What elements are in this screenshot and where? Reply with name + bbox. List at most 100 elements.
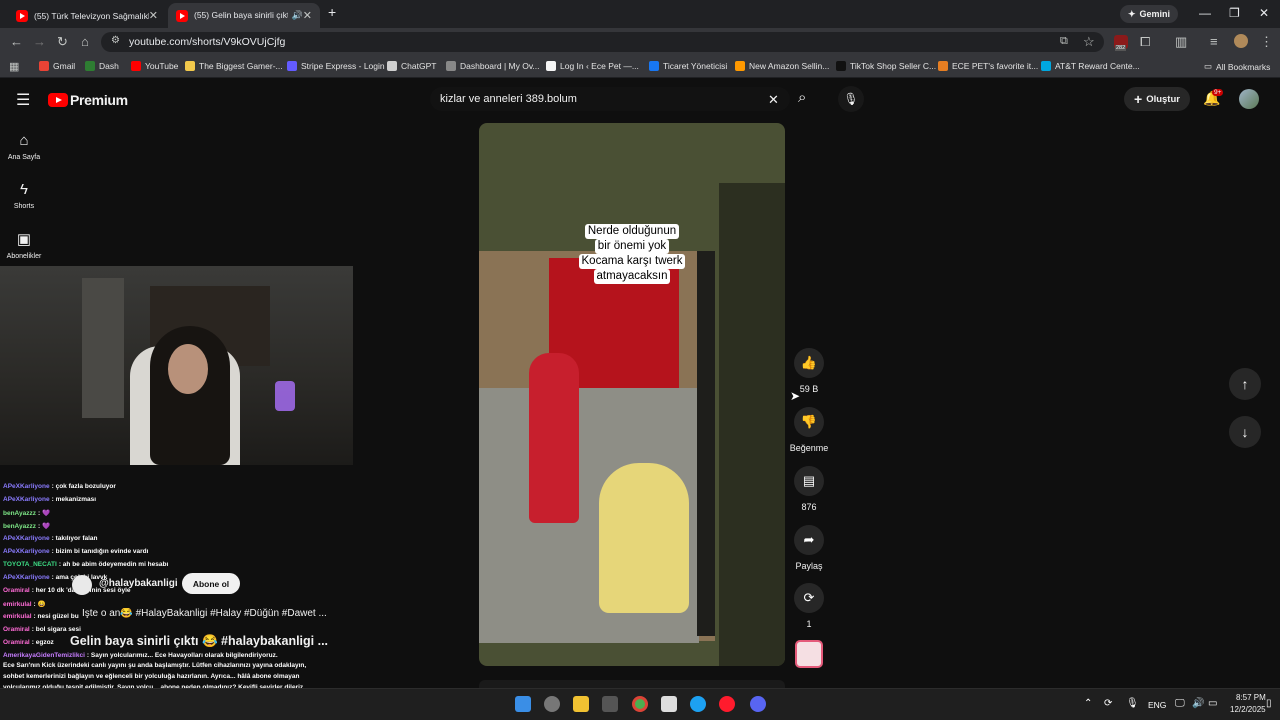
- mic-tray-icon[interactable]: 🎙: [1126, 698, 1139, 709]
- tray-chevron-icon[interactable]: ⌃: [1084, 698, 1092, 709]
- bookmark-star-icon[interactable]: ☆: [1083, 34, 1095, 50]
- url-text[interactable]: youtube.com/shorts/V9kOVUjCjfg: [129, 36, 285, 48]
- network-icon[interactable]: 🖵: [1175, 698, 1185, 709]
- grammarly-icon[interactable]: [690, 696, 706, 712]
- chat-message: APeXKarliyone: bizim bi tanıdığın evinde…: [3, 548, 148, 555]
- comments-button[interactable]: ▤ 876: [789, 466, 829, 512]
- bookmark-label: Dash: [99, 61, 119, 71]
- chrome-icon[interactable]: [632, 696, 648, 712]
- chat-username[interactable]: emirkulal: [3, 601, 32, 608]
- channel-handle[interactable]: @halaybakanligi: [99, 578, 178, 589]
- notification-center-icon[interactable]: ▯: [1266, 698, 1272, 709]
- bookmark-label: YouTube: [145, 61, 179, 71]
- windows-start-icon[interactable]: [515, 696, 531, 712]
- profile-avatar[interactable]: [1234, 34, 1248, 48]
- close-tab-icon[interactable]: ✕: [303, 9, 312, 22]
- bookmark-item[interactable]: ChatGPT: [387, 61, 436, 71]
- dislike-button[interactable]: 👎 Beğenme: [789, 407, 829, 453]
- bookmark-item[interactable]: Dash: [85, 61, 119, 71]
- next-short-button[interactable]: ↓: [1229, 416, 1261, 448]
- hamburger-menu-icon[interactable]: ☰: [16, 90, 30, 110]
- bookmark-item[interactable]: Log In ‹ Ece Pet —...: [546, 61, 639, 71]
- youtube-premium-logo[interactable]: Premium: [48, 92, 128, 108]
- maximize-icon[interactable]: ❐: [1229, 6, 1240, 20]
- chat-username[interactable]: emirkulal: [3, 613, 32, 620]
- share-button[interactable]: ➦ Paylaş: [789, 525, 829, 571]
- close-window-icon[interactable]: ✕: [1259, 6, 1269, 20]
- cast-icon[interactable]: ⧉: [1060, 35, 1068, 48]
- subscribe-button[interactable]: Abone ol: [182, 573, 240, 594]
- language-indicator[interactable]: ENG: [1148, 700, 1166, 710]
- new-tab-icon[interactable]: +: [328, 4, 336, 20]
- channel-avatar[interactable]: [72, 575, 92, 595]
- chat-username[interactable]: AmerikayaGidenTemizlikci: [3, 652, 85, 659]
- previous-short-button[interactable]: ↑: [1229, 368, 1261, 400]
- chat-username[interactable]: Oramiral: [3, 587, 30, 594]
- app-switcher-icon[interactable]: [661, 696, 677, 712]
- like-button[interactable]: 👍 59 B: [789, 348, 829, 394]
- browser-tab[interactable]: (55) Türk Televizyon Sağmalıklar ✕: [8, 3, 166, 28]
- sync-icon[interactable]: ⟳: [1104, 698, 1112, 709]
- bookmark-item[interactable]: New Amazon Sellin...: [735, 61, 829, 71]
- account-avatar[interactable]: [1239, 89, 1259, 109]
- clear-search-icon[interactable]: ✕: [768, 92, 779, 108]
- bookmark-item[interactable]: Ticaret Yöneticisi: [649, 61, 727, 71]
- webcam-door: [82, 278, 124, 418]
- video-scene-wall: [719, 183, 785, 666]
- volume-icon[interactable]: 🔊: [1192, 698, 1204, 709]
- bookmark-item[interactable]: Stripe Express - Login: [287, 61, 385, 71]
- chat-username[interactable]: Oramiral: [3, 639, 30, 646]
- apps-grid-icon[interactable]: ▦: [9, 60, 19, 73]
- bookmark-item[interactable]: TikTok Shop Seller C...: [836, 61, 936, 71]
- sidebar-item-subscriptions[interactable]: ▣ Abonelikler: [0, 230, 48, 260]
- bookmark-item[interactable]: The Biggest Gamer-...: [185, 61, 283, 71]
- more-menu-icon[interactable]: ⋮: [1260, 34, 1273, 50]
- bookmark-item[interactable]: ECE PET's favorite it...: [938, 61, 1038, 71]
- bookmark-item[interactable]: YouTube: [131, 61, 178, 71]
- bookmark-item[interactable]: Dashboard | My Ov...: [446, 61, 540, 71]
- chat-username[interactable]: APeXKarliyone: [3, 483, 50, 490]
- battery-icon[interactable]: ▭: [1208, 698, 1217, 709]
- search-input[interactable]: kizlar ve anneleri 389.bolum: [440, 93, 577, 105]
- reload-icon[interactable]: ↻: [57, 34, 68, 50]
- short-title[interactable]: Gelin baya sinirli çıktı 😂 #halaybakanli…: [70, 634, 340, 649]
- close-tab-icon[interactable]: ✕: [149, 9, 158, 22]
- chat-username[interactable]: benAyazzz: [3, 510, 36, 517]
- back-icon[interactable]: ←: [10, 34, 23, 49]
- create-button[interactable]: + Oluştur: [1124, 87, 1190, 111]
- forward-icon[interactable]: →: [33, 34, 46, 49]
- copilot-icon[interactable]: [544, 696, 560, 712]
- opera-icon[interactable]: [719, 696, 735, 712]
- side-panel-icon[interactable]: ▥: [1175, 34, 1187, 50]
- chat-username[interactable]: APeXKarliyone: [3, 535, 50, 542]
- chat-username[interactable]: APeXKarliyone: [3, 574, 50, 581]
- media-controls-icon[interactable]: ≡: [1210, 34, 1218, 49]
- browser-tab-active[interactable]: (55) Gelin baya sinirli çıktı 😂 🔊 ✕: [168, 3, 320, 28]
- chat-username[interactable]: APeXKarliyone: [3, 548, 50, 555]
- voice-search-button[interactable]: 🎙: [838, 86, 864, 112]
- chat-username[interactable]: APeXKarliyone: [3, 496, 50, 503]
- chat-username[interactable]: benAyazzz: [3, 523, 36, 530]
- sidebar-item-shorts[interactable]: ϟ Shorts: [0, 181, 48, 210]
- search-icon[interactable]: ⌕: [798, 89, 806, 106]
- short-description[interactable]: İşte o an😂 #HalayBakanligi #Halay #Düğün…: [82, 608, 348, 619]
- bookmark-item[interactable]: Gmail: [39, 61, 75, 71]
- minimize-icon[interactable]: —: [1199, 6, 1211, 20]
- sidebar-item-home[interactable]: ⌂ Ana Sayfa: [0, 132, 48, 161]
- site-info-icon[interactable]: ⚙: [111, 35, 120, 46]
- bookmark-item[interactable]: AT&T Reward Cente...: [1041, 61, 1140, 71]
- chat-username[interactable]: TOYOTA_NECATI: [3, 561, 57, 568]
- clock-time[interactable]: 8:57 PM: [1236, 693, 1266, 702]
- keyboard-app-icon[interactable]: [602, 696, 618, 712]
- home-icon[interactable]: ⌂: [81, 34, 89, 49]
- clock-date[interactable]: 12/2/2025: [1230, 705, 1266, 714]
- sound-thumbnail[interactable]: [795, 640, 823, 668]
- all-bookmarks-button[interactable]: ▭ All Bookmarks: [1204, 61, 1270, 72]
- file-explorer-icon[interactable]: [573, 696, 589, 712]
- discord-icon[interactable]: [750, 696, 766, 712]
- extensions-puzzle-icon[interactable]: ⧠: [1140, 34, 1150, 50]
- remix-button[interactable]: ⟳ 1: [789, 583, 829, 629]
- chat-username[interactable]: Oramiral: [3, 626, 30, 633]
- gemini-button[interactable]: ✦ Gemini: [1120, 5, 1179, 23]
- shorts-video-player[interactable]: [479, 123, 785, 666]
